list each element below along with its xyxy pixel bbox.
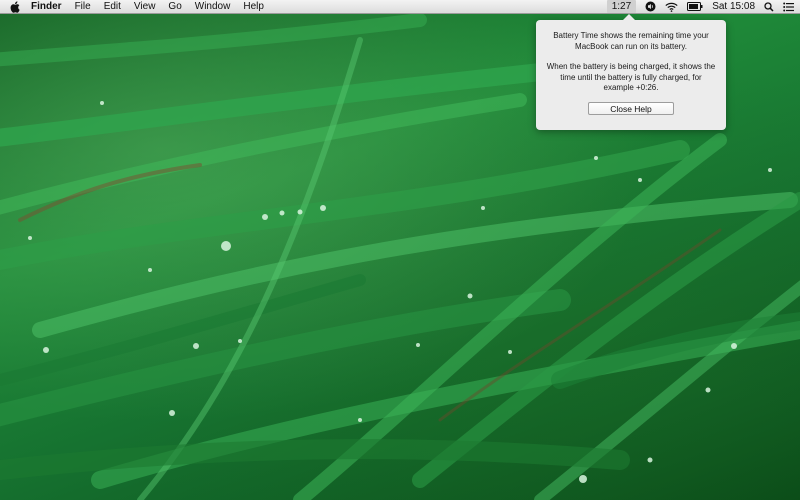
close-help-button[interactable]: Close Help: [588, 101, 674, 115]
battery-time-status[interactable]: 1:27: [606, 0, 637, 13]
wifi-icon[interactable]: [665, 0, 678, 14]
desktop: Finder File Edit View Go Window Help 1:2…: [0, 0, 800, 500]
menu-bar-left: Finder File Edit View Go Window Help: [0, 0, 277, 13]
menu-window[interactable]: Window: [195, 0, 231, 14]
menu-app-name[interactable]: Finder: [31, 0, 62, 14]
menu-file[interactable]: File: [75, 0, 91, 14]
volume-icon[interactable]: [645, 0, 656, 14]
help-paragraph-intro: Battery Time shows the remaining time yo…: [553, 31, 709, 51]
menu-bar-status: 1:27 Sat 15:08: [606, 0, 800, 14]
menu-help[interactable]: Help: [243, 0, 264, 14]
clock-status[interactable]: Sat 15:08: [712, 0, 755, 14]
spotlight-icon[interactable]: [764, 0, 774, 14]
menu-edit[interactable]: Edit: [104, 0, 121, 14]
help-paragraph-charging: When the battery is being charged, it sh…: [546, 62, 716, 92]
menu-bar: Finder File Edit View Go Window Help 1:2…: [0, 0, 800, 14]
menu-view[interactable]: View: [134, 0, 156, 14]
battery-icon[interactable]: [687, 0, 703, 14]
battery-time-help-popover: Battery Time shows the remaining time yo…: [536, 14, 726, 130]
menu-go[interactable]: Go: [168, 0, 181, 14]
apple-icon[interactable]: [9, 0, 21, 13]
notification-center-icon[interactable]: [783, 0, 794, 14]
